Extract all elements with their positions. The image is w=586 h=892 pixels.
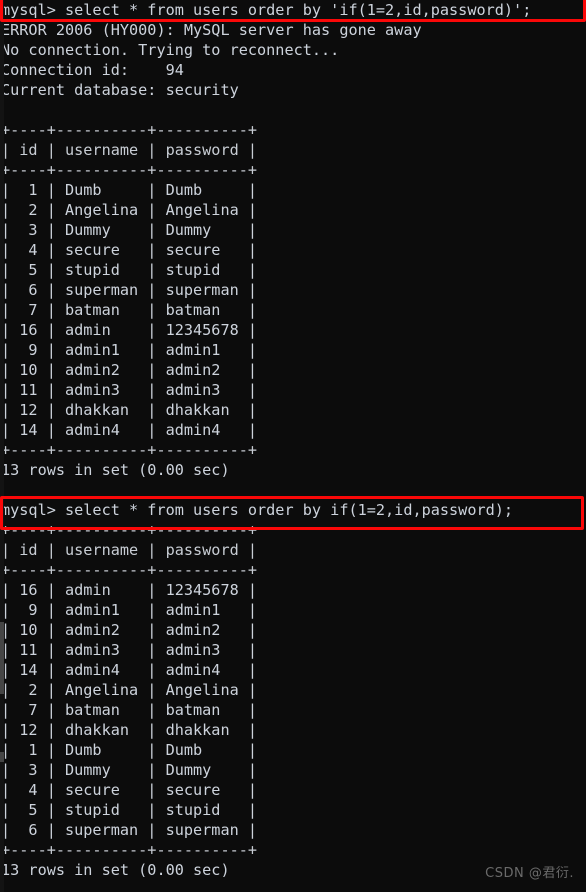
table2-bottom-border: +----+----------+----------+ [1, 841, 258, 859]
table-row: | 7 | batman | batman | [1, 301, 258, 319]
terminal-screen: mysql> select * from users order by 'if(… [0, 0, 586, 880]
table2-top-border: +----+----------+----------+ [1, 521, 258, 539]
table-row: | 16 | admin | 12345678 | [1, 581, 258, 599]
table-row: | 4 | secure | secure | [1, 781, 258, 799]
table-row: | 10 | admin2 | admin2 | [1, 621, 258, 639]
table-row: | 1 | Dumb | Dumb | [1, 181, 258, 199]
watermark: CSDN @君衍. [485, 866, 574, 881]
table-row: | 11 | admin3 | admin3 | [1, 381, 258, 399]
table-row: | 5 | stupid | stupid | [1, 801, 258, 819]
table-row: | 14 | admin4 | admin4 | [1, 421, 258, 439]
table-row: | 9 | admin1 | admin1 | [1, 601, 258, 619]
table-row: | 11 | admin3 | admin3 | [1, 641, 258, 659]
table-row: | 5 | stupid | stupid | [1, 261, 258, 279]
table-row: | 14 | admin4 | admin4 | [1, 661, 258, 679]
table-row: | 6 | superman | superman | [1, 821, 258, 839]
error-message: ERROR 2006 (HY000): MySQL server has gon… [1, 21, 422, 39]
table1-header: | id | username | password | [1, 141, 258, 159]
table-row: | 3 | Dummy | Dummy | [1, 221, 258, 239]
table-row: | 9 | admin1 | admin1 | [1, 341, 258, 359]
table1-bottom-border: +----+----------+----------+ [1, 441, 258, 459]
terminal-window[interactable]: mysql> select * from users order by 'if(… [0, 0, 586, 892]
table-row: | 4 | secure | secure | [1, 241, 258, 259]
table-row: | 1 | Dumb | Dumb | [1, 741, 258, 759]
table1-top-border: +----+----------+----------+ [1, 121, 258, 139]
scrollbar-thumb[interactable] [0, 622, 4, 694]
table-row: | 2 | Angelina | Angelina | [1, 681, 258, 699]
scrollbar-thumb-secondary[interactable] [0, 752, 4, 762]
table-row: | 16 | admin | 12345678 | [1, 321, 258, 339]
table-row: | 6 | superman | superman | [1, 281, 258, 299]
connection-id: Connection id: 94 [1, 61, 184, 79]
table-row: | 2 | Angelina | Angelina | [1, 201, 258, 219]
command-line-2[interactable]: mysql> select * from users order by if(1… [0, 500, 586, 520]
table-row: | 7 | batman | batman | [1, 701, 258, 719]
table-row: | 12 | dhakkan | dhakkan | [1, 721, 258, 739]
table-row: | 3 | Dummy | Dummy | [1, 761, 258, 779]
reconnect-message: No connection. Trying to reconnect... [1, 41, 340, 59]
table1-header-border: +----+----------+----------+ [1, 161, 258, 179]
table-row: | 12 | dhakkan | dhakkan | [1, 401, 258, 419]
result1-footer: 13 rows in set (0.00 sec) [1, 461, 230, 479]
table2-header: | id | username | password | [1, 541, 258, 559]
table-row: | 10 | admin2 | admin2 | [1, 361, 258, 379]
command-line-1[interactable]: mysql> select * from users order by 'if(… [0, 0, 586, 20]
table2-header-border: +----+----------+----------+ [1, 561, 258, 579]
current-database: Current database: security [1, 81, 239, 99]
